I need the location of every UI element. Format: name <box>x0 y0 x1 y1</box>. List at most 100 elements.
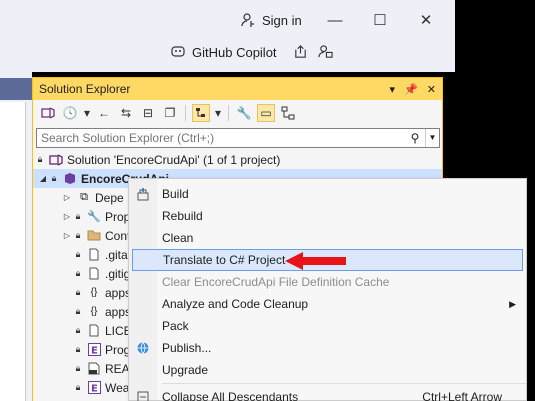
encore-file-icon: E <box>86 381 102 395</box>
menu-item-label: Clear EncoreCrudApi File Definition Cach… <box>162 275 390 289</box>
collapsed-icon[interactable]: ▷ <box>61 193 73 202</box>
markdown-icon <box>86 362 102 376</box>
chevron-down-icon[interactable]: ▾ <box>83 104 91 122</box>
person-key-icon <box>240 12 256 28</box>
chevron-down-icon[interactable]: ▾ <box>214 104 222 122</box>
menu-separator <box>162 383 526 384</box>
collapse-all-icon[interactable]: ⊟ <box>139 104 157 122</box>
tree-item-solution[interactable]: 🔒︎ Solution 'EncoreCrudApi' (1 of 1 proj… <box>33 150 442 169</box>
collapsed-icon[interactable]: ▷ <box>61 231 73 240</box>
dependencies-icon: ⧉ <box>80 191 88 203</box>
project-icon <box>62 172 78 186</box>
solution-icon <box>48 153 64 167</box>
toolbar-separator <box>228 105 229 121</box>
svg-text:E: E <box>91 346 98 357</box>
tree-item-label: Prop <box>105 209 131 224</box>
submenu-arrow-icon: ▶ <box>509 298 516 309</box>
build-icon <box>135 186 151 202</box>
lock-icon: 🔒︎ <box>75 211 81 221</box>
menu-item-upgrade[interactable]: Upgrade <box>129 359 526 381</box>
minimize-button[interactable]: — <box>325 10 345 30</box>
menu-item-clean[interactable]: Clean <box>129 227 526 249</box>
tree-item-label: Cont <box>105 228 131 243</box>
menu-item-analyze-cleanup[interactable]: Analyze and Code Cleanup ▶ <box>129 293 526 315</box>
menu-item-shortcut: Ctrl+Left Arrow <box>422 390 502 401</box>
class-diagram-icon[interactable] <box>279 104 297 122</box>
menu-item-rebuild[interactable]: Rebuild <box>129 205 526 227</box>
solution-explorer-search: ⚲ ▼ <box>36 128 440 148</box>
lock-icon: 🔒︎ <box>75 268 81 278</box>
back-icon[interactable]: ← <box>95 104 113 122</box>
sign-in-label: Sign in <box>262 12 302 28</box>
share-icon[interactable] <box>293 44 308 62</box>
sync-icon[interactable]: ⇆ <box>117 104 135 122</box>
menu-item-label: Publish... <box>162 341 212 355</box>
menu-item-label: Analyze and Code Cleanup <box>162 297 309 311</box>
sign-in-button[interactable]: Sign in <box>240 12 302 28</box>
tree-item-label: Solution 'EncoreCrudApi' (1 of 1 project… <box>67 152 281 167</box>
json-icon: {} <box>90 306 98 317</box>
json-icon: {} <box>90 287 98 298</box>
preview-icon[interactable]: ▭ <box>257 104 275 122</box>
toolbar-separator <box>185 105 186 121</box>
feedback-icon[interactable] <box>317 44 333 62</box>
tree-item-label: Depe <box>95 190 124 205</box>
search-options-icon[interactable]: ▼ <box>425 129 439 147</box>
globe-icon <box>135 340 151 356</box>
lock-icon: 🔒︎ <box>51 173 57 183</box>
copilot-icon <box>170 43 186 62</box>
history-icon[interactable]: 🕓 <box>61 104 79 122</box>
menu-item-label: Upgrade <box>162 363 209 377</box>
annotation-arrow-icon <box>285 252 346 270</box>
menu-item-label: Translate to C# Project <box>163 253 286 267</box>
filter-icon[interactable] <box>192 104 210 122</box>
file-icon <box>86 248 102 262</box>
collapsed-icon[interactable]: ▷ <box>61 212 73 221</box>
menu-item-collapse-all[interactable]: Collapse All Descendants Ctrl+Left Arrow <box>129 386 526 401</box>
menu-item-label: Pack <box>162 319 189 333</box>
collapse-icon <box>135 389 151 401</box>
solution-explorer-header: Solution Explorer ▾ 📌 ✕ <box>33 78 442 100</box>
close-icon[interactable]: ✕ <box>427 83 436 96</box>
lock-icon: 🔒︎ <box>37 154 43 164</box>
properties-icon: 🔧 <box>87 211 101 223</box>
lock-icon: 🔒︎ <box>75 382 81 392</box>
tree-item-label: REA <box>105 361 130 376</box>
menu-item-label: Rebuild <box>162 209 203 223</box>
menu-item-pack[interactable]: Pack <box>129 315 526 337</box>
lock-icon: 🔒︎ <box>75 325 81 335</box>
project-context-menu: Build Rebuild Clean Translate to C# Proj… <box>128 178 527 401</box>
menu-item-label: Collapse All Descendants <box>162 390 299 401</box>
maximize-button[interactable]: ☐ <box>370 10 390 30</box>
switch-views-icon[interactable] <box>39 104 57 122</box>
editor-document <box>0 102 26 401</box>
menu-item-clear-cache: Clear EncoreCrudApi File Definition Cach… <box>129 271 526 293</box>
menu-item-build[interactable]: Build <box>129 183 526 205</box>
tree-item-label: .gita <box>105 247 128 262</box>
properties-wrench-icon[interactable]: 🔧 <box>235 104 253 122</box>
show-all-files-icon[interactable]: ❐ <box>161 104 179 122</box>
close-button[interactable]: ✕ <box>416 10 436 30</box>
copilot-label: GitHub Copilot <box>192 45 277 60</box>
lock-icon: 🔒︎ <box>75 363 81 373</box>
dropdown-icon[interactable]: ▾ <box>390 83 396 96</box>
tree-item-label: Prog <box>105 342 131 357</box>
file-icon <box>86 267 102 281</box>
editor-tab[interactable] <box>0 78 32 100</box>
menu-item-label: Build <box>162 187 189 201</box>
menu-item-label: Clean <box>162 231 194 245</box>
tree-item-label: .gitig <box>105 266 131 281</box>
title-bar: Sign in — ☐ ✕ GitHub Copilot <box>0 0 455 72</box>
folder-icon <box>86 229 102 243</box>
search-icon[interactable]: ⚲ <box>405 131 425 145</box>
editor-edge <box>0 72 32 401</box>
menu-item-publish[interactable]: Publish... <box>129 337 526 359</box>
expanded-icon[interactable]: ◢ <box>37 174 49 183</box>
tree-item-label: Wea <box>105 380 130 395</box>
solution-explorer-title: Solution Explorer <box>39 82 131 96</box>
file-icon <box>86 324 102 338</box>
pin-icon[interactable]: 📌 <box>404 83 418 96</box>
search-input[interactable] <box>37 129 405 147</box>
copilot-button[interactable]: GitHub Copilot <box>170 43 333 62</box>
lock-icon: 🔒︎ <box>75 249 81 259</box>
